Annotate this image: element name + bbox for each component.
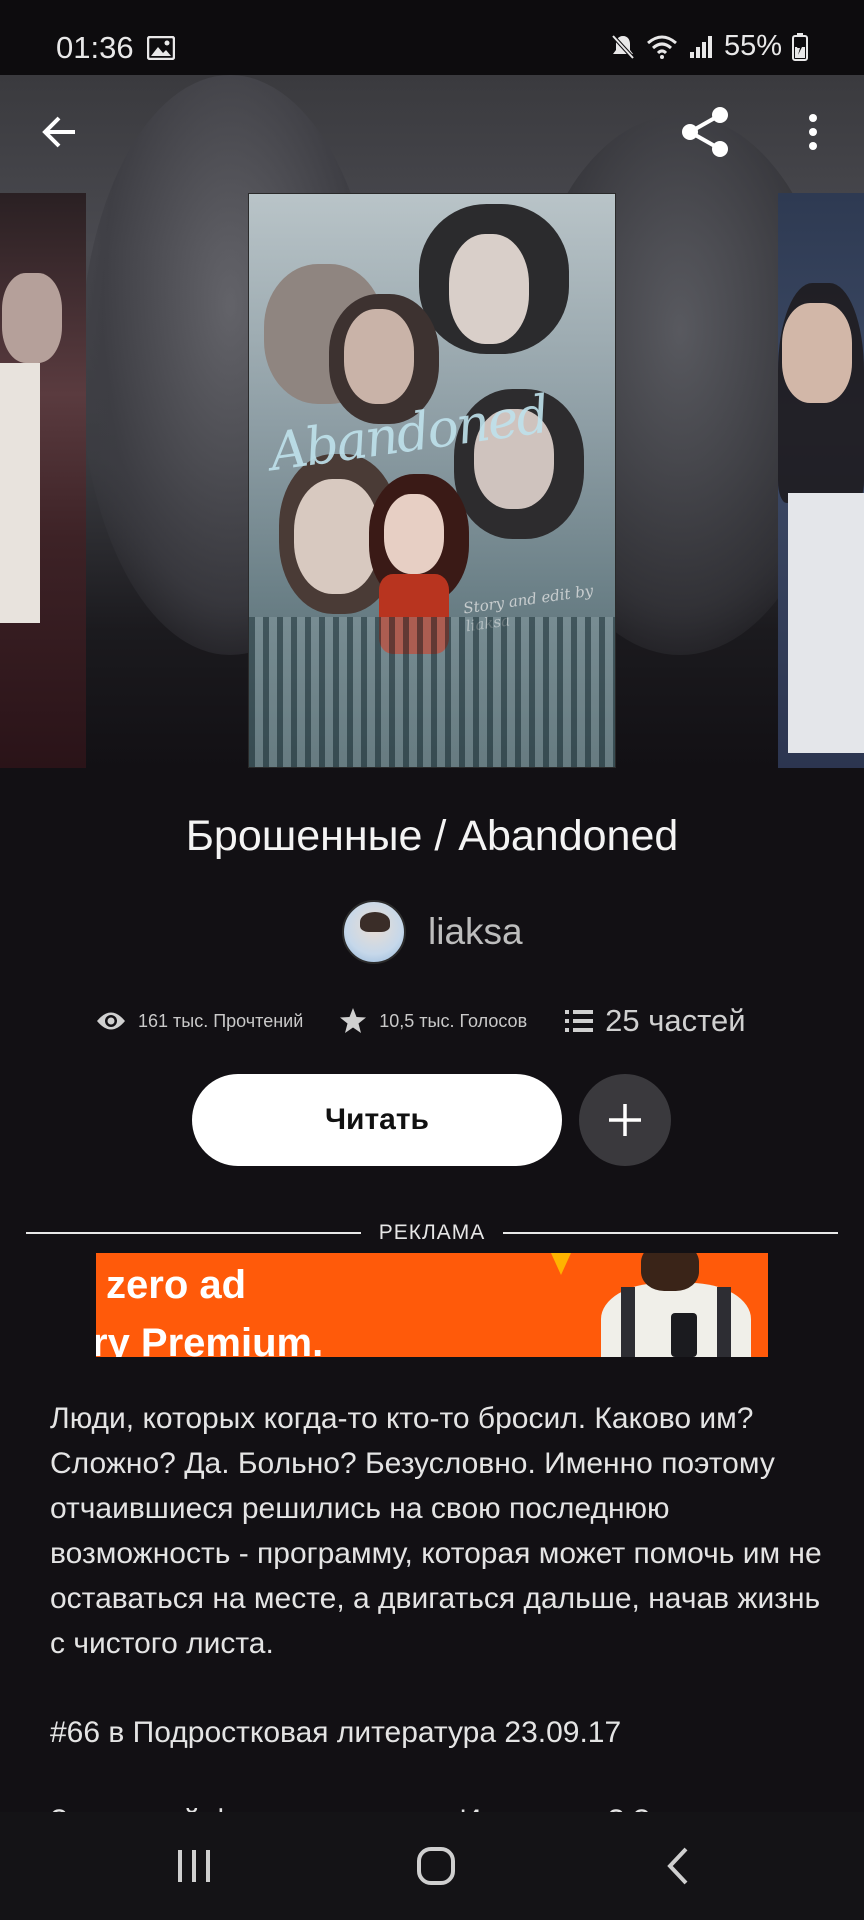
ad-image [591, 1253, 761, 1357]
ad-text-line2: ry Premium. [96, 1321, 324, 1357]
votes-stat: 10,5 тыс. Голосов [339, 1007, 527, 1035]
plus-icon [609, 1104, 641, 1136]
ad-banner[interactable]: zero ad ry Premium. [96, 1253, 768, 1357]
eye-icon [97, 1012, 125, 1030]
back-arrow-icon[interactable] [24, 97, 94, 167]
author-link[interactable]: liaksa [342, 900, 523, 964]
story-stats: 161 тыс. Прочтений 10,5 тыс. Голосов 25 … [96, 998, 776, 1044]
wifi-icon [646, 35, 677, 59]
author-name[interactable]: liaksa [428, 911, 523, 953]
votes-count: 10,5 тыс. Голосов [379, 1010, 528, 1031]
home-icon[interactable] [396, 1836, 476, 1896]
signal-icon [689, 35, 712, 58]
star-icon [340, 1008, 367, 1033]
reads-stat: 161 тыс. Прочтений [96, 1010, 303, 1032]
cover-previous[interactable] [0, 193, 86, 768]
battery-icon [792, 32, 808, 61]
author-avatar[interactable] [342, 900, 406, 964]
list-icon [565, 1010, 594, 1032]
system-nav-bar [0, 1812, 864, 1920]
battery-percent: 55% [723, 30, 782, 62]
parts-stat[interactable]: 25 частей [565, 1003, 746, 1039]
mute-icon [611, 34, 635, 59]
back-icon[interactable] [638, 1836, 718, 1896]
cover-next[interactable] [778, 193, 864, 768]
more-vert-icon[interactable] [778, 97, 848, 167]
status-time: 01:36 [56, 30, 134, 65]
story-description: Люди, которых когда-то кто-то бросил. Ка… [50, 1402, 822, 1660]
ad-text-line1: zero ad [106, 1263, 247, 1307]
ad-label: РЕКЛАМА [378, 1221, 486, 1244]
gallery-icon [147, 36, 175, 60]
add-to-library-button[interactable] [579, 1074, 671, 1166]
reads-count: 161 тыс. Прочтений [138, 1010, 304, 1031]
ad-header: РЕКЛАМА [26, 1218, 839, 1248]
read-button[interactable]: Читать [192, 1074, 562, 1166]
book-cover[interactable]: Abandoned Story and edit by liaksa [248, 193, 616, 768]
status-icons: 55% [610, 30, 808, 63]
parts-count[interactable]: 25 частей [605, 1003, 745, 1039]
top-bar [0, 75, 864, 185]
story-rank: #66 в Подростковая литература 23.09.17 [50, 1716, 622, 1749]
story-title: Брошенные / Abandoned [185, 812, 679, 860]
status-bar: 01:36 55% [0, 0, 864, 75]
share-icon[interactable] [670, 97, 740, 167]
recents-icon[interactable] [154, 1836, 234, 1896]
